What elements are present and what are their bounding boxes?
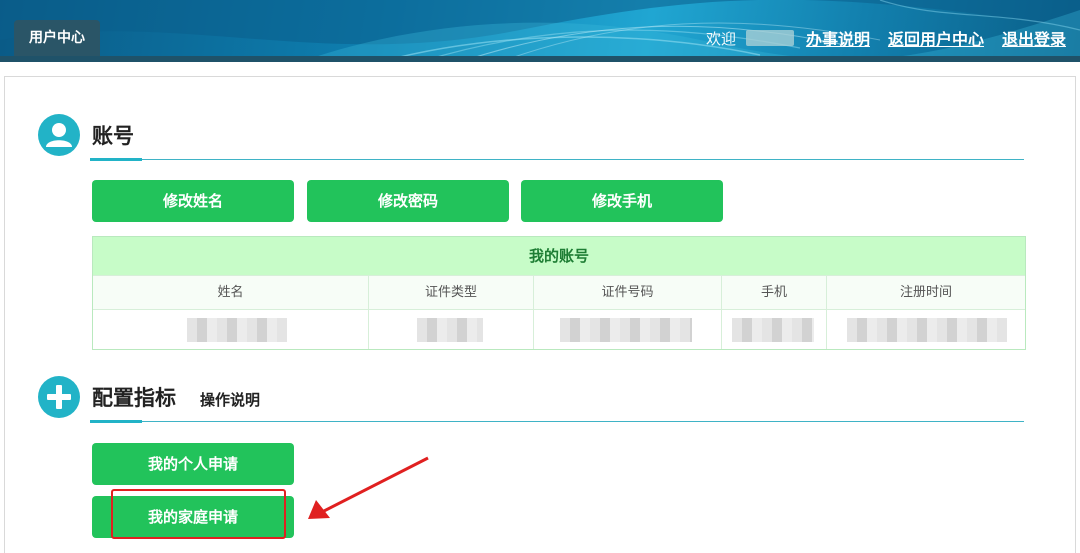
annotation-highlight-box [111, 489, 286, 539]
account-section-title: 账号 [92, 124, 134, 148]
back-to-user-center-link[interactable]: 返回用户中心 [888, 26, 984, 50]
user-center-tab[interactable]: 用户中心 [14, 20, 100, 56]
edit-phone-button[interactable]: 修改手机 [521, 180, 723, 222]
cell-name-redacted [93, 309, 369, 349]
edit-password-button[interactable]: 修改密码 [307, 180, 509, 222]
account-section-header: 账号 [38, 114, 1024, 161]
table-row [93, 309, 1025, 349]
config-section-title: 配置指标 [92, 386, 176, 410]
section-divider [90, 421, 1024, 422]
annotation-arrow-icon [308, 456, 429, 519]
edit-name-button[interactable]: 修改姓名 [92, 180, 294, 222]
column-header-register-time: 注册时间 [827, 275, 1025, 309]
table-caption: 我的账号 [93, 237, 1025, 275]
operation-guide-link[interactable]: 操作说明 [200, 389, 260, 410]
plus-icon [38, 376, 80, 418]
cell-id-number-redacted [534, 309, 722, 349]
logout-link[interactable]: 退出登录 [1002, 26, 1066, 50]
column-header-phone: 手机 [722, 275, 827, 309]
welcome-text: 欢迎 [705, 29, 736, 48]
cell-register-time-redacted [827, 309, 1025, 349]
top-banner: 用户中心 欢迎 办事说明 返回用户中心 退出登录 [0, 0, 1080, 62]
my-personal-application-button[interactable]: 我的个人申请 [92, 443, 294, 485]
header-nav: 欢迎 办事说明 返回用户中心 退出登录 [706, 26, 1066, 50]
my-account-table: 我的账号 姓名 证件类型 证件号码 手机 注册时间 [92, 236, 1026, 350]
banner-bottom-strip [0, 56, 1080, 62]
cell-phone-redacted [722, 309, 827, 349]
section-divider-accent [90, 158, 142, 161]
user-icon [38, 114, 80, 156]
cell-id-type-redacted [369, 309, 534, 349]
config-section-header: 配置指标 操作说明 [38, 376, 1024, 423]
section-divider-accent [90, 420, 142, 423]
username-redacted [745, 30, 794, 46]
column-header-id-number: 证件号码 [534, 275, 722, 309]
guide-link[interactable]: 办事说明 [806, 26, 870, 50]
column-header-id-type: 证件类型 [369, 275, 534, 309]
column-header-name: 姓名 [93, 275, 369, 309]
table-header-row: 姓名 证件类型 证件号码 手机 注册时间 [93, 275, 1025, 309]
section-divider [90, 159, 1024, 160]
